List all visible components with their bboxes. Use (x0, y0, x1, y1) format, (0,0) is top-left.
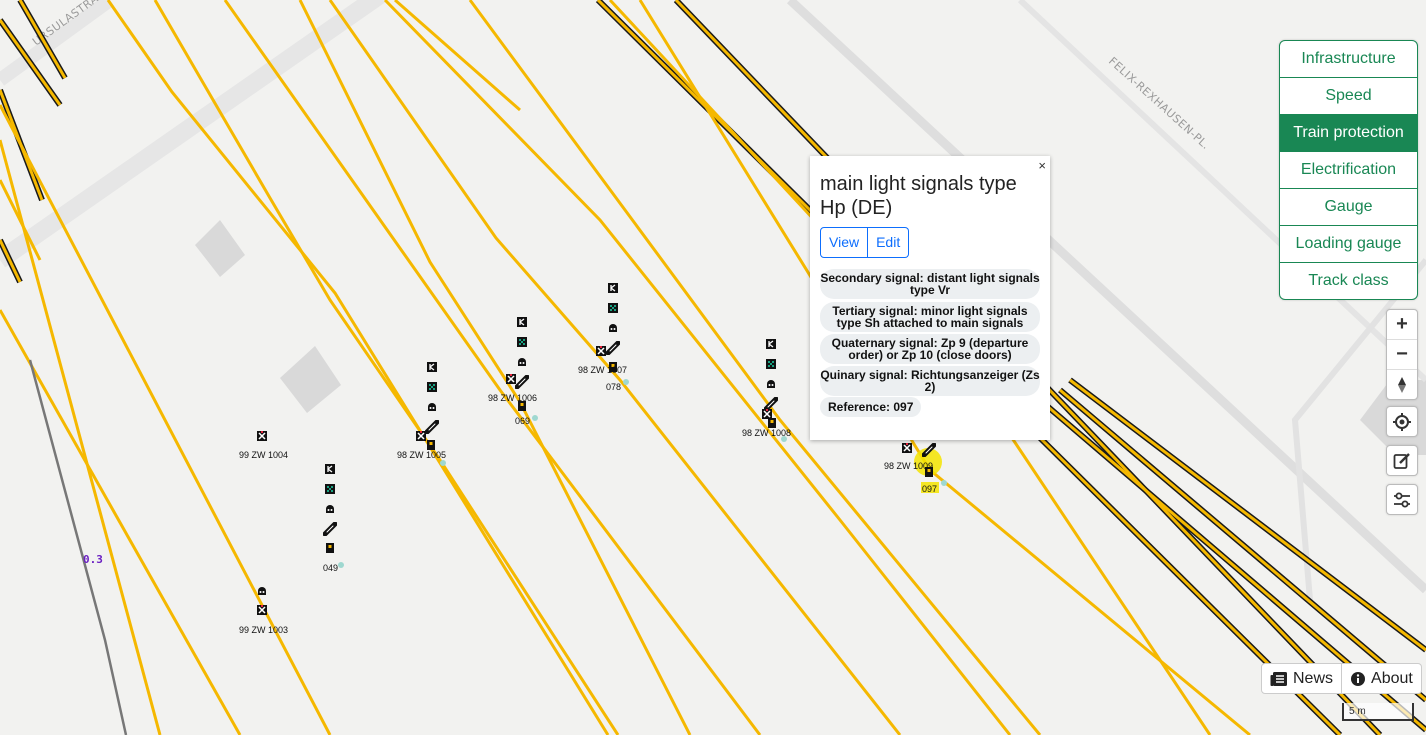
edit-control (1386, 445, 1418, 476)
locate-icon (1393, 412, 1411, 431)
settings-control (1386, 484, 1418, 515)
railway-map[interactable]: URSULASTRASSE FELIX-REXHAUSEN-PL. 0.3 99… (0, 0, 1426, 735)
signal-label: 98 ZW 1009 (884, 461, 933, 471)
detail-quaternary-signal: Quaternary signal: Zp 9 (departure order… (820, 334, 1040, 364)
signal-98-zw-1006[interactable]: 98 ZW 1006 069 (488, 317, 537, 426)
signal-ref: 078 (606, 382, 621, 392)
compass-icon (1398, 376, 1406, 393)
edit-icon (1393, 452, 1410, 469)
signal-98-zw-1007[interactable]: 98 ZW 1007 078 (578, 283, 627, 392)
layer-speed[interactable]: Speed (1280, 78, 1417, 115)
view-button[interactable]: View (820, 227, 869, 258)
detail-tertiary-signal: Tertiary signal: minor light signals typ… (820, 302, 1040, 332)
popup-title: main light signals type Hp (DE) (820, 173, 1017, 219)
popup-actions: View Edit (820, 227, 910, 258)
signal-ref: 069 (515, 416, 530, 426)
other-track (28, 359, 128, 735)
newspaper-icon (1270, 671, 1287, 686)
signal-label: 98 ZW 1007 (578, 365, 627, 375)
layer-selector: Infrastructure Speed Train protection El… (1279, 40, 1418, 300)
scale-bar: 5 m (1342, 703, 1414, 721)
signal-ref: 097 (922, 484, 937, 494)
signal-98-zw-1009[interactable]: 98 ZW 1009 097 (884, 443, 942, 494)
signal-label: 99 ZW 1003 (239, 625, 288, 635)
signal-ref: 049 (323, 563, 338, 573)
layer-loading-gauge[interactable]: Loading gauge (1280, 226, 1417, 263)
layer-electrification[interactable]: Electrification (1280, 152, 1417, 189)
zoom-out-button[interactable]: − (1387, 340, 1417, 370)
compass-button[interactable] (1387, 370, 1417, 399)
about-button[interactable]: About (1342, 663, 1422, 694)
feature-popup: × main light signals type Hp (DE) View E… (810, 156, 1050, 440)
layer-gauge[interactable]: Gauge (1280, 189, 1417, 226)
layer-infrastructure[interactable]: Infrastructure (1280, 41, 1417, 78)
popup-close-button[interactable]: × (1038, 158, 1046, 173)
detail-secondary-signal: Secondary signal: distant light signals … (820, 269, 1040, 299)
info-icon (1351, 671, 1366, 686)
signal-label: 98 ZW 1005 (397, 450, 446, 460)
about-label: About (1371, 669, 1413, 687)
street-label-felix-rexhausen: FELIX-REXHAUSEN-PL. (1106, 55, 1212, 153)
footer-buttons: News About (1261, 663, 1422, 694)
layer-train-protection[interactable]: Train protection (1280, 115, 1417, 152)
sliders-icon (1394, 492, 1410, 507)
km-marker: 0.3 (83, 553, 103, 566)
locate-button[interactable] (1387, 407, 1417, 436)
news-label: News (1293, 669, 1334, 687)
land-features (0, 0, 1426, 601)
edit-button[interactable]: Edit (868, 227, 910, 258)
signal-049[interactable]: 049 (323, 464, 338, 573)
detail-reference: Reference: 097 (820, 397, 922, 417)
news-button[interactable]: News (1261, 663, 1343, 694)
signal-99-zw-1003[interactable]: 99 ZW 1003 (239, 587, 288, 635)
edit-map-button[interactable] (1387, 446, 1417, 475)
layer-track-class[interactable]: Track class (1280, 263, 1417, 299)
zoom-in-button[interactable]: + (1387, 310, 1417, 340)
signal-label: 99 ZW 1004 (239, 450, 288, 460)
signal-98-zw-1005[interactable]: 98 ZW 1005 (397, 362, 446, 460)
detail-quinary-signal: Quinary signal: Richtungsanzeiger (Zs 2) (820, 366, 1040, 396)
settings-button[interactable] (1387, 485, 1417, 514)
locate-control (1386, 406, 1418, 437)
signal-99-zw-1004[interactable]: 99 ZW 1004 (239, 431, 288, 460)
zoom-controls: + − (1386, 309, 1418, 400)
signal-label: 98 ZW 1006 (488, 393, 537, 403)
